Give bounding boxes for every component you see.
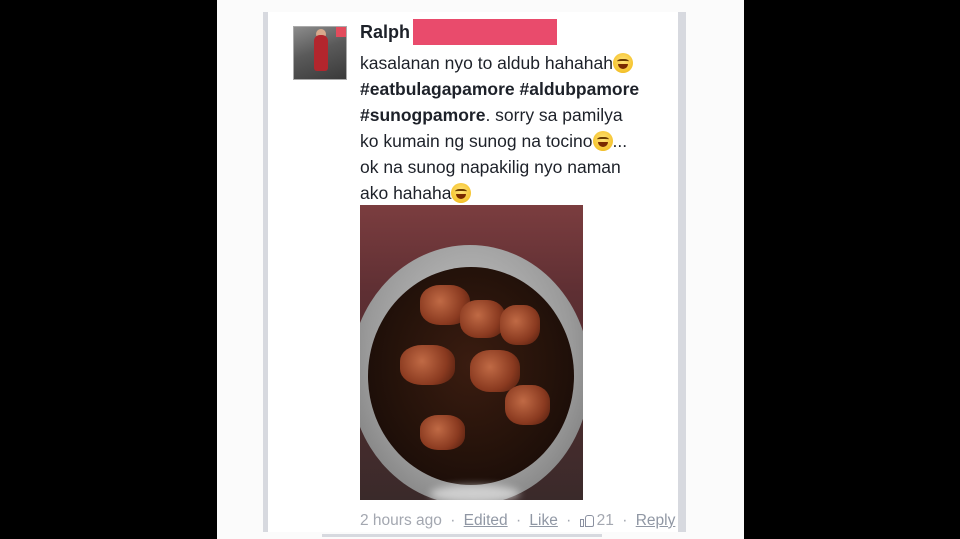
- author-avatar[interactable]: [293, 26, 347, 80]
- comment-footer: 2 hours ago · Edited · Like · 21 · Reply: [360, 512, 675, 530]
- timestamp[interactable]: 2 hours ago: [360, 512, 442, 529]
- grinning-squint-emoji-icon: [613, 53, 633, 73]
- separator: ·: [450, 512, 456, 529]
- reply-button[interactable]: Reply: [636, 512, 676, 529]
- separator: ·: [515, 512, 522, 529]
- photo-glare: [430, 485, 520, 500]
- comment-line-5: ok na sunog napakilig nyo naman: [360, 154, 670, 180]
- comment-line-3: #sunogpamore. sorry sa pamilya: [360, 102, 670, 128]
- comment-line-2: #eatbulagapamore #aldubpamore: [360, 76, 670, 102]
- tocino-piece: [420, 415, 465, 450]
- hashtag-aldubpamore[interactable]: #aldubpamore: [520, 79, 640, 99]
- avatar-figure: [314, 35, 328, 71]
- like-count[interactable]: 21: [597, 512, 614, 529]
- comment-text-4: ko kumain ng sunog na tocino: [360, 131, 593, 151]
- comment-line-6: ako hahaha: [360, 180, 670, 206]
- tocino-piece: [460, 300, 505, 338]
- comment-body: kasalanan nyo to aldub hahahah #eatbulag…: [360, 50, 670, 206]
- grinning-emoji-icon: [592, 131, 613, 151]
- comment-text-4-tail: ...: [612, 131, 628, 151]
- hashtag-sunogpamore[interactable]: #sunogpamore: [360, 105, 485, 125]
- comment-line-4: ko kumain ng sunog na tocino...: [360, 128, 670, 154]
- tocino-piece: [400, 345, 455, 385]
- edited-link[interactable]: Edited: [464, 512, 508, 529]
- hashtag-eatbulagapamore[interactable]: #eatbulagapamore: [360, 79, 515, 99]
- thumbs-up-icon[interactable]: [579, 513, 594, 527]
- like-button[interactable]: Like: [529, 512, 557, 529]
- grinning-emoji-icon: [451, 183, 472, 203]
- avatar-accent: [336, 27, 346, 37]
- tocino-piece: [470, 350, 520, 392]
- tocino-piece: [500, 305, 540, 345]
- separator: ·: [622, 512, 628, 529]
- comment-text-6: ako hahaha: [360, 183, 452, 203]
- author-name[interactable]: Ralph: [360, 22, 410, 43]
- comment-text-5: ok na sunog napakilig nyo naman: [360, 157, 621, 177]
- screenshot-stage: Ralph kasalanan nyo to aldub hahahah #ea…: [0, 0, 960, 539]
- redacted-surname: [413, 19, 557, 45]
- comment-text-1: kasalanan nyo to aldub hahahah: [360, 53, 613, 73]
- comment-text-3: . sorry sa pamilya: [485, 105, 623, 125]
- tocino-piece: [505, 385, 550, 425]
- card-bottom-divider: [322, 534, 602, 537]
- separator: ·: [566, 512, 572, 529]
- comment-line-1: kasalanan nyo to aldub hahahah: [360, 50, 670, 76]
- comment-photo[interactable]: [360, 205, 583, 500]
